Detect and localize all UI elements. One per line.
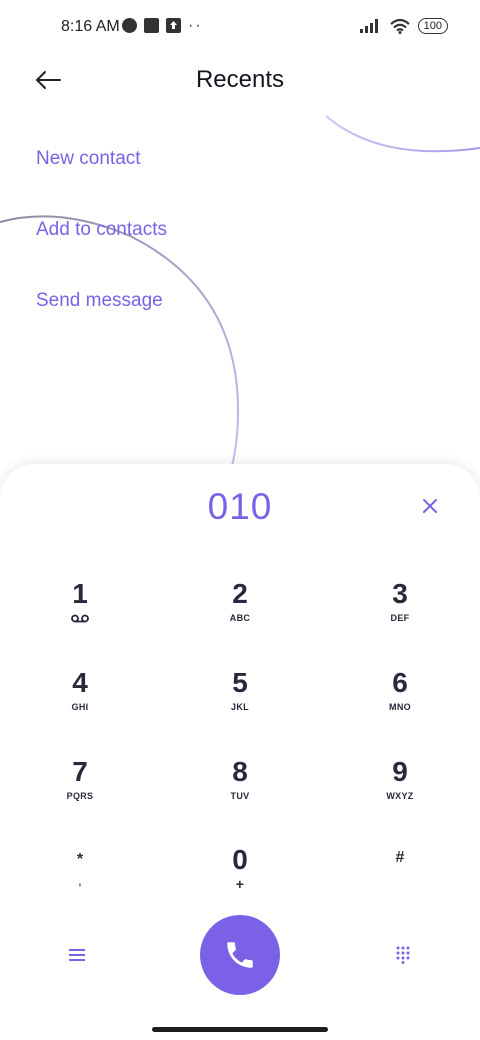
home-indicator[interactable] — [152, 1027, 328, 1032]
key-3[interactable]: 3 DEF — [340, 578, 460, 656]
key-hash[interactable]: # — [340, 844, 460, 922]
key-4-digit: 4 — [72, 667, 88, 698]
call-button[interactable] — [200, 915, 280, 995]
key-2[interactable]: 2 ABC — [180, 578, 300, 656]
battery-icon: 100 — [417, 18, 448, 34]
dialpad-toggle-button[interactable] — [381, 933, 425, 977]
dialpad-icon — [396, 946, 410, 964]
upload-icon — [166, 18, 181, 33]
menu-button[interactable] — [55, 933, 99, 977]
key-8[interactable]: 8 TUV — [180, 756, 300, 834]
vpn-icon — [122, 18, 137, 33]
send-message-link[interactable]: Send message — [36, 290, 163, 312]
key-5-digit: 5 — [232, 667, 248, 698]
menu-icon — [69, 949, 85, 961]
key-5-letters: JKL — [231, 702, 249, 712]
key-4[interactable]: 4 GHI — [20, 667, 140, 745]
key-1-digit: 1 — [72, 578, 88, 609]
status-icons-left: ·· — [122, 17, 203, 34]
key-6[interactable]: 6 MNO — [340, 667, 460, 745]
key-7-letters: PQRS — [66, 791, 94, 801]
key-7-digit: 7 — [72, 756, 88, 787]
page-title: Recents — [195, 66, 285, 93]
key-1[interactable]: 1 — [20, 578, 140, 656]
status-icons-right: 100 — [359, 18, 448, 34]
key-5[interactable]: 5 JKL — [180, 667, 300, 745]
key-2-letters: ABC — [229, 613, 251, 623]
key-star-pause: , — [78, 877, 82, 887]
key-0[interactable]: 0 + — [180, 844, 300, 922]
key-3-digit: 3 — [392, 578, 408, 609]
key-9[interactable]: 9 WXYZ — [340, 756, 460, 834]
voicemail-icon — [71, 614, 89, 623]
key-6-digit: 6 — [392, 667, 408, 698]
more-dots-icon: ·· — [188, 17, 203, 34]
key-4-letters: GHI — [71, 702, 89, 712]
dialer-panel: 010 1 2 ABC 3 DEF 4 GHI 5 JKL 6 MNO 7 PQ… — [0, 464, 480, 1040]
key-hash-symbol: # — [395, 849, 405, 866]
key-9-digit: 9 — [392, 756, 408, 787]
add-to-contacts-link[interactable]: Add to contacts — [36, 219, 167, 241]
key-2-digit: 2 — [232, 578, 248, 609]
key-7[interactable]: 7 PQRS — [20, 756, 140, 834]
key-0-digit: 0 — [232, 844, 248, 875]
clear-button[interactable] — [414, 490, 446, 522]
key-0-plus: + — [235, 876, 245, 892]
status-bar: 8:16 AM ·· 100 — [0, 0, 480, 56]
signal-icon — [359, 19, 378, 33]
wifi-icon — [389, 18, 410, 34]
dialed-number: 010 — [207, 486, 273, 527]
key-3-letters: DEF — [390, 613, 410, 623]
key-star[interactable]: * , — [20, 846, 140, 924]
status-time: 8:16 AM — [61, 18, 120, 35]
decorative-arc-top-right — [325, 115, 480, 153]
key-6-letters: MNO — [389, 702, 411, 712]
key-8-digit: 8 — [232, 756, 248, 787]
new-contact-link[interactable]: New contact — [36, 148, 141, 170]
close-icon — [423, 499, 437, 513]
key-9-letters: WXYZ — [386, 791, 414, 801]
decorative-arc-left — [0, 215, 240, 467]
phone-icon — [227, 942, 253, 968]
key-star-symbol: * — [76, 851, 84, 868]
key-8-letters: TUV — [230, 791, 250, 801]
square-icon — [144, 18, 159, 33]
